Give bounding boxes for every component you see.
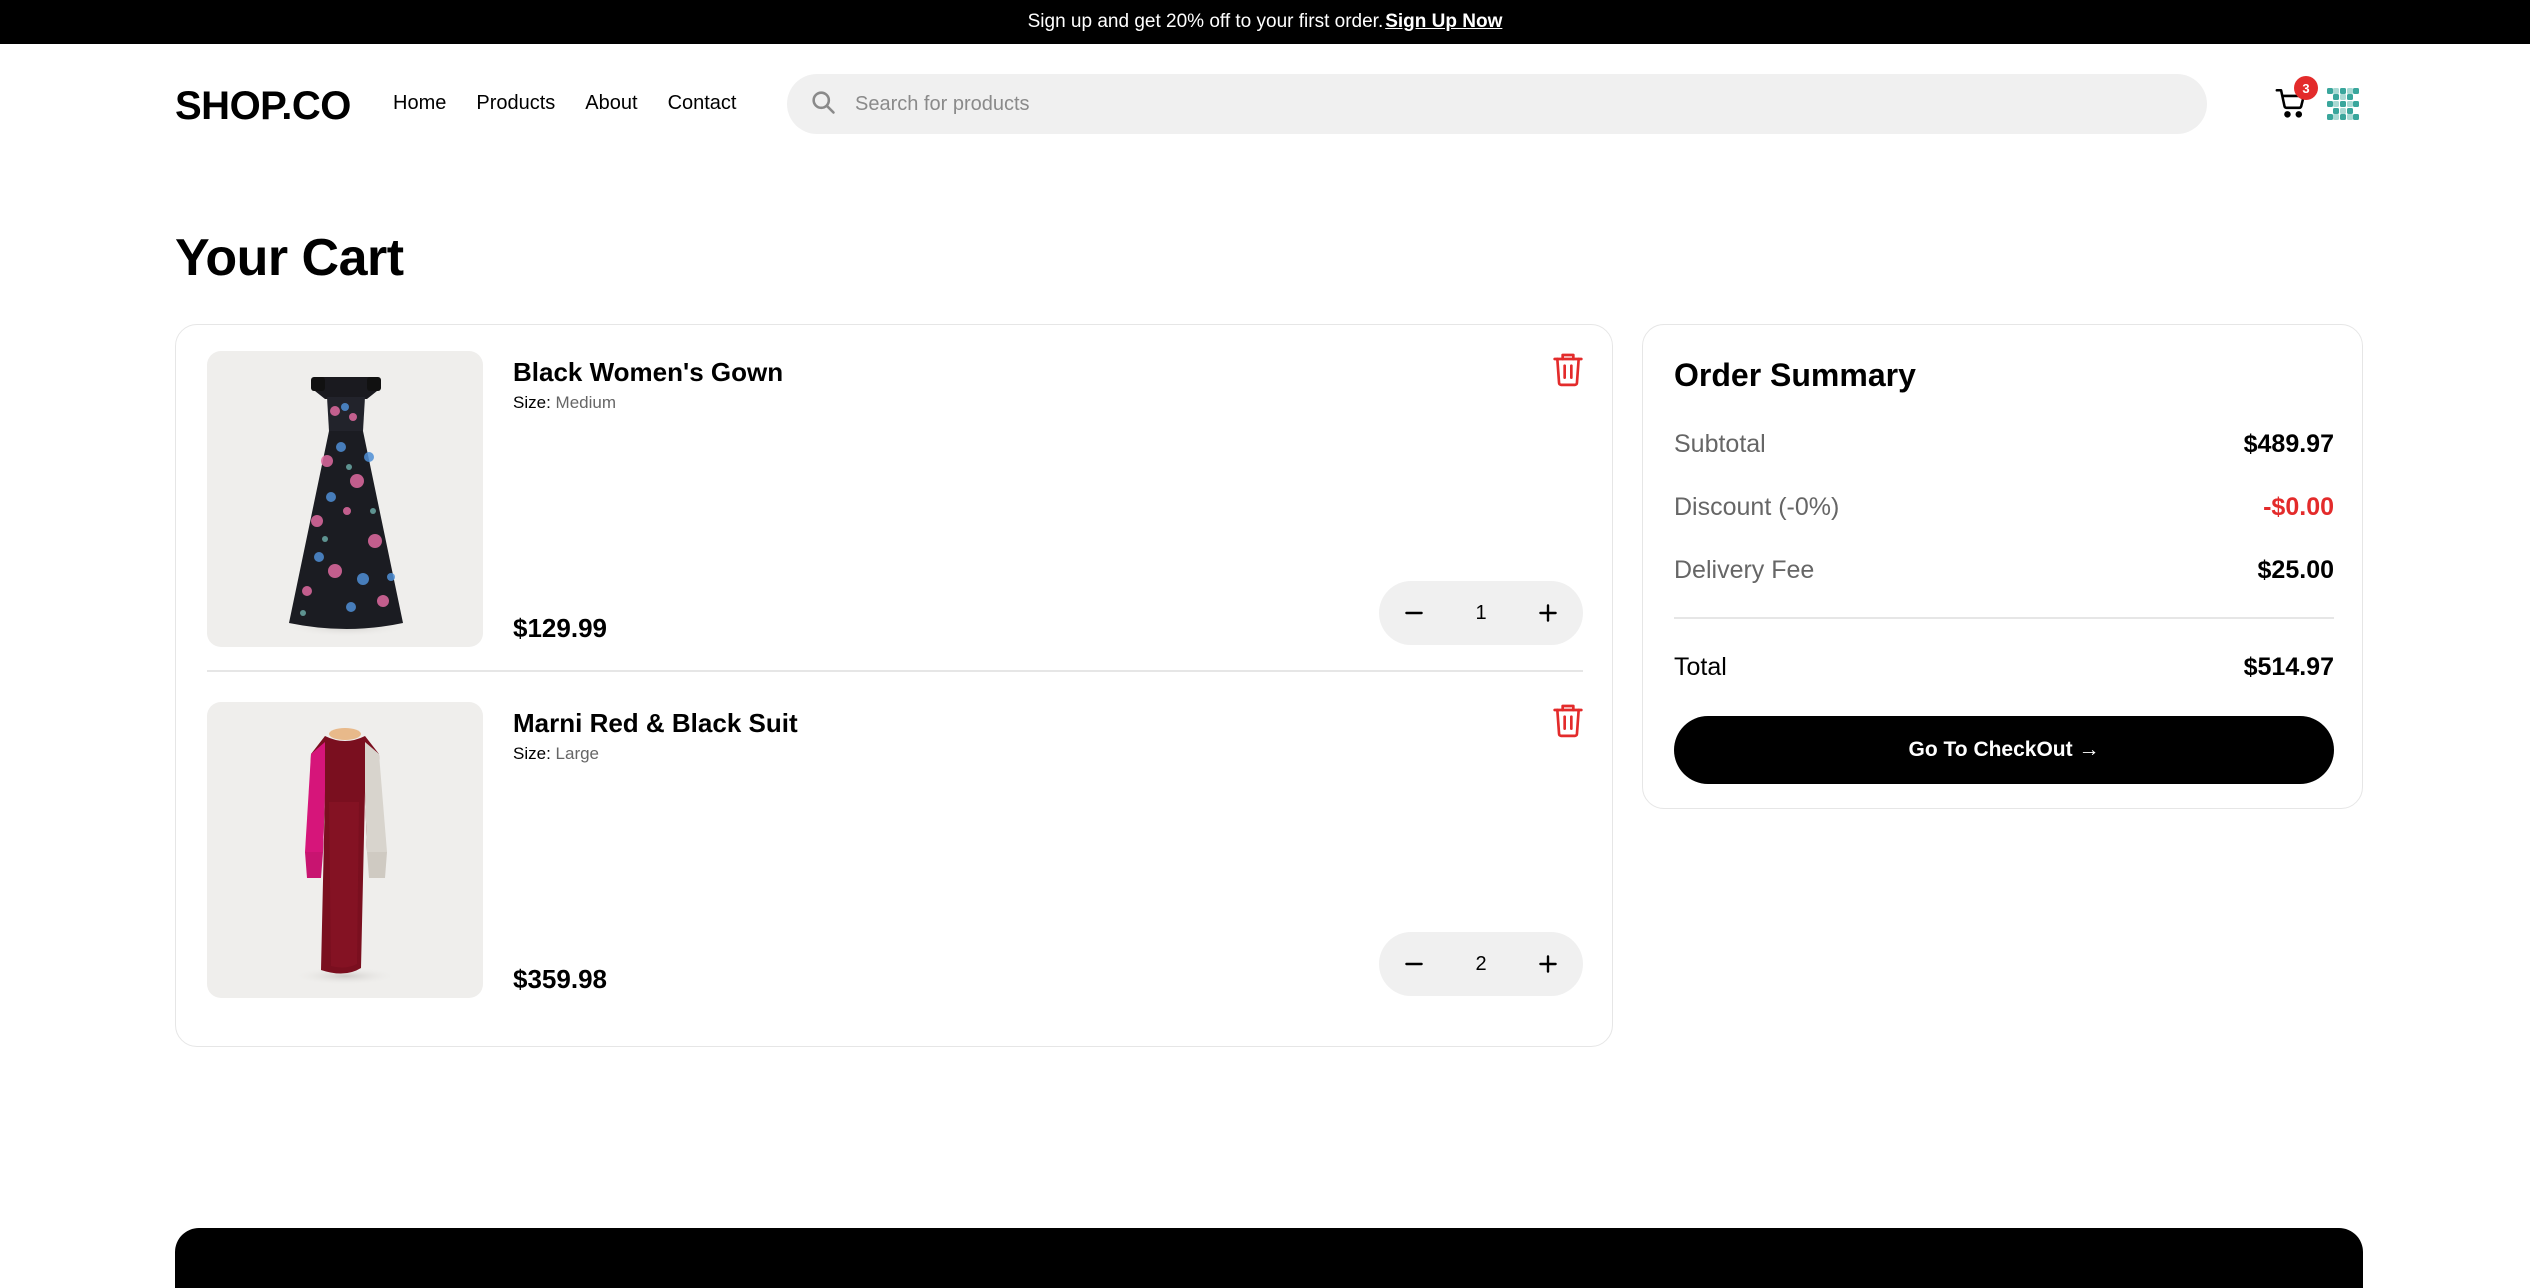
- discount-value: -$0.00: [2263, 493, 2334, 521]
- order-summary-card: Order Summary Subtotal $489.97 Discount …: [1642, 324, 2363, 809]
- size-label: Size:: [513, 744, 556, 763]
- subtotal-value: $489.97: [2243, 430, 2334, 458]
- product-image-suit[interactable]: [207, 702, 483, 998]
- increase-quantity-button[interactable]: [1533, 598, 1563, 628]
- product-image-gown[interactable]: [207, 351, 483, 647]
- promo-text: Sign up and get 20% off to your first or…: [1027, 11, 1384, 32]
- increase-quantity-button[interactable]: [1533, 949, 1563, 979]
- checkout-button[interactable]: Go To CheckOut →: [1674, 716, 2334, 784]
- size-value: Medium: [555, 393, 616, 412]
- product-size: Size: Large: [513, 744, 599, 764]
- discount-row: Discount (-0%) -$0.00: [1674, 493, 2334, 522]
- total-label: Total: [1674, 653, 1727, 681]
- size-value: Large: [555, 744, 600, 763]
- nav-home[interactable]: Home: [393, 92, 446, 115]
- nav-contact[interactable]: Contact: [668, 92, 737, 115]
- footer-banner: [175, 1228, 2363, 1288]
- logo[interactable]: SHOP.CO: [175, 84, 351, 129]
- plus-icon: [1539, 604, 1557, 622]
- decrease-quantity-button[interactable]: [1399, 949, 1429, 979]
- search-input[interactable]: [855, 92, 2155, 116]
- nav-about[interactable]: About: [585, 92, 637, 115]
- total-row: Total $514.97: [1674, 653, 2334, 682]
- order-summary-title: Order Summary: [1674, 357, 1916, 393]
- cart-items-card: Black Women's Gown Size: Medium $129.99 …: [175, 324, 1613, 1047]
- size-label: Size:: [513, 393, 556, 412]
- quantity-stepper: 2: [1379, 932, 1583, 996]
- product-size: Size: Medium: [513, 393, 616, 413]
- subtotal-label: Subtotal: [1674, 430, 1766, 458]
- cart-count-badge: 3: [2294, 76, 2318, 100]
- minus-icon: [1405, 611, 1423, 615]
- plus-icon: [1539, 955, 1557, 973]
- sign-up-link[interactable]: Sign Up Now: [1385, 11, 1502, 33]
- minus-icon: [1405, 962, 1423, 966]
- discount-label: Discount (-0%): [1674, 493, 1840, 521]
- product-price: $359.98: [513, 964, 607, 994]
- delivery-fee-row: Delivery Fee $25.00: [1674, 556, 2334, 585]
- trash-icon: [1552, 704, 1584, 742]
- quantity-value: 1: [1475, 601, 1487, 624]
- product-price: $129.99: [513, 613, 607, 643]
- cart-button[interactable]: 3: [2274, 76, 2318, 124]
- delete-button[interactable]: [1552, 351, 1584, 387]
- trash-icon: [1552, 353, 1584, 391]
- subtotal-row: Subtotal $489.97: [1674, 430, 2334, 459]
- quantity-stepper: 1: [1379, 581, 1583, 645]
- product-name[interactable]: Marni Red & Black Suit: [513, 708, 798, 739]
- summary-divider: [1674, 617, 2334, 619]
- avatar[interactable]: [2325, 86, 2361, 122]
- promo-banner: Sign up and get 20% off to your first or…: [0, 0, 2530, 44]
- delivery-fee-value: $25.00: [2257, 556, 2334, 584]
- search-bar: [787, 74, 2207, 134]
- cart-item: Black Women's Gown Size: Medium $129.99 …: [207, 351, 1583, 647]
- total-value: $514.97: [2243, 653, 2334, 681]
- main-menu: Home Products About Contact: [393, 92, 737, 115]
- top-navigation: SHOP.CO Home Products About Contact 3: [0, 44, 2530, 164]
- quantity-value: 2: [1475, 952, 1487, 975]
- item-divider: [207, 670, 1583, 672]
- nav-products[interactable]: Products: [476, 92, 555, 115]
- decrease-quantity-button[interactable]: [1399, 598, 1429, 628]
- page-title: Your Cart: [175, 229, 404, 287]
- cart-icon: [2274, 88, 2308, 124]
- delivery-fee-label: Delivery Fee: [1674, 556, 1815, 584]
- product-name[interactable]: Black Women's Gown: [513, 357, 783, 388]
- cart-item: Marni Red & Black Suit Size: Large $359.…: [207, 702, 1583, 998]
- search-icon: [809, 88, 837, 121]
- delete-button[interactable]: [1552, 702, 1584, 738]
